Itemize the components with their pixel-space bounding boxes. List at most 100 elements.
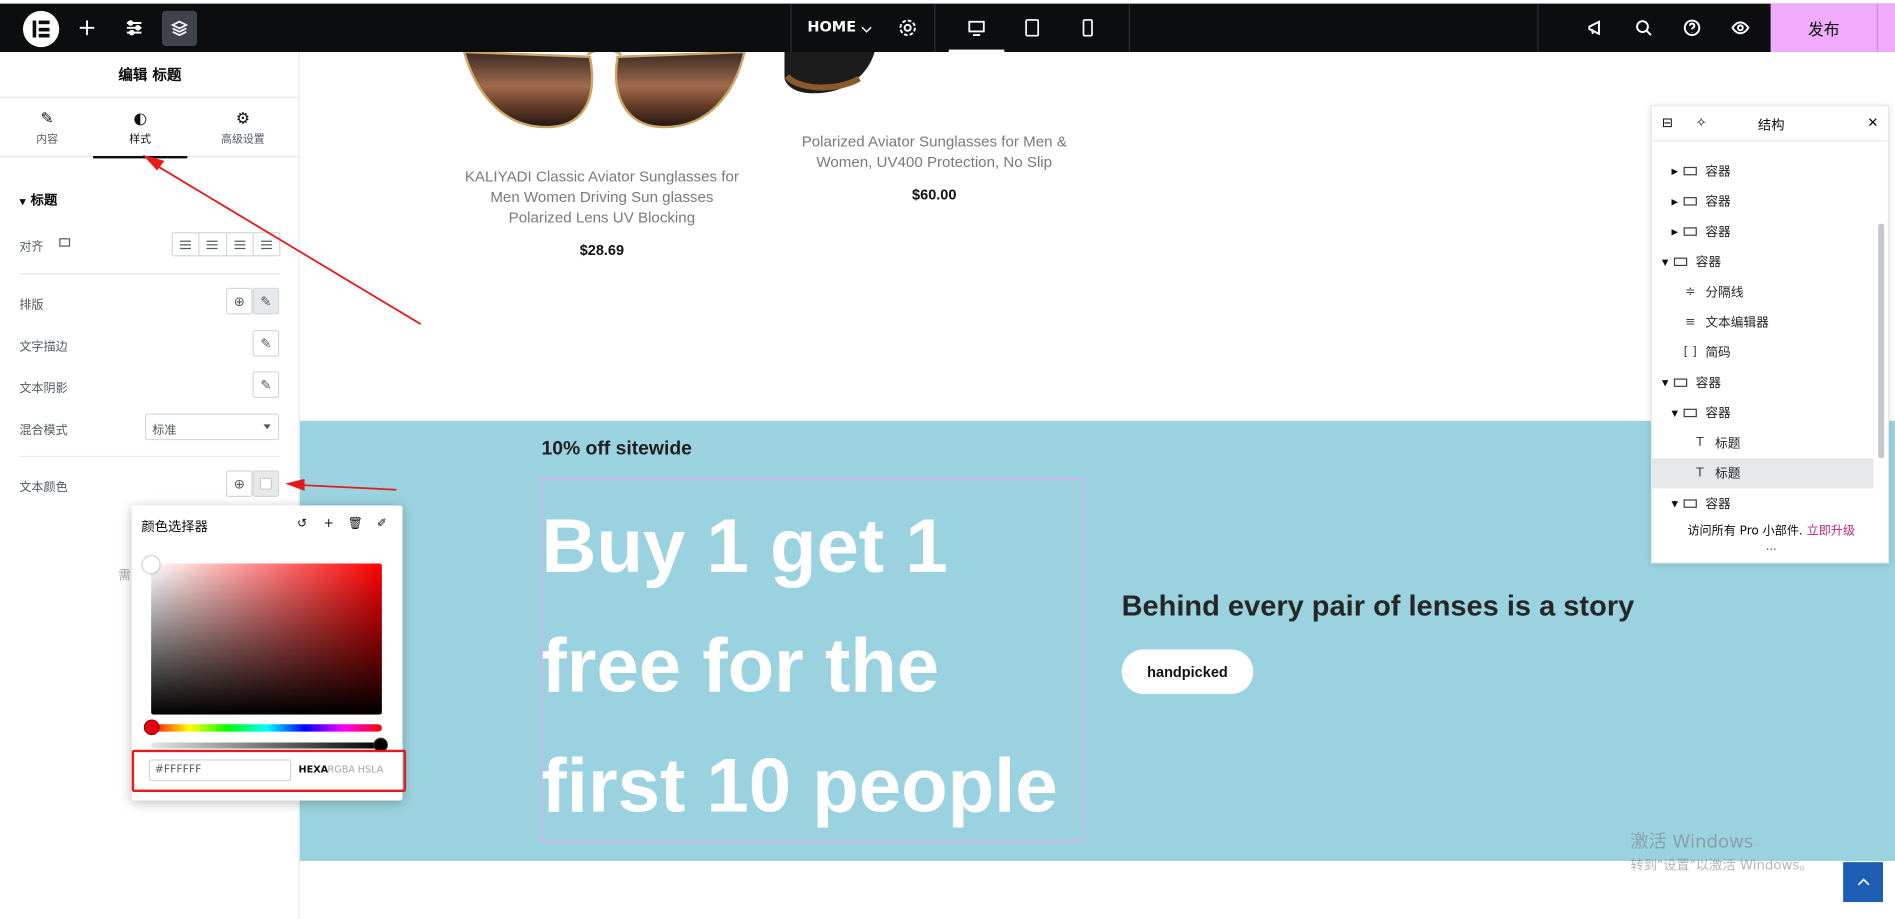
- page-settings-gear-icon[interactable]: [890, 10, 926, 46]
- delete-icon[interactable]: 🗑: [344, 514, 366, 533]
- promo-eyebrow[interactable]: 10% off sitewide: [541, 439, 691, 461]
- windows-activation-title: 激活 Windows: [1630, 830, 1754, 853]
- preview-eye-icon[interactable]: [1722, 10, 1758, 46]
- product-title[interactable]: Polarized Aviator Sunglasses for Men & W…: [789, 132, 1079, 173]
- opacity-slider[interactable]: [151, 742, 382, 749]
- nav-row-divider[interactable]: ≑ 分隔线: [1652, 277, 1873, 307]
- announcements-megaphone-icon[interactable]: [1577, 10, 1613, 46]
- align-control: [171, 232, 281, 257]
- upgrade-link[interactable]: 立即升级: [1807, 525, 1855, 538]
- picker-toolbar: ↺ + 🗑 ✐: [291, 514, 393, 533]
- mobile-device-icon[interactable]: [1060, 4, 1116, 52]
- nav-row-container[interactable]: ▶ 容器: [1652, 216, 1873, 246]
- nav-row-text-editor[interactable]: ≡ 文本编辑器: [1652, 307, 1873, 337]
- nav-row-label: 标题: [1715, 466, 1741, 482]
- promo-story-heading[interactable]: Behind every pair of lenses is a story: [1122, 590, 1635, 624]
- divider: [19, 455, 281, 458]
- nav-row-container[interactable]: ▼ 容器: [1652, 368, 1873, 398]
- nav-row-label: 容器: [1705, 164, 1731, 179]
- editor-window: HOME 发布 编辑 标题 ✎ 内容 ◐ 样式 ⚙ 高级设置 ▼ 标题 对齐 排…: [0, 0, 1895, 919]
- promo-headline[interactable]: Buy 1 get 1 free for the first 10 people: [541, 487, 1097, 846]
- site-settings-icon[interactable]: [116, 10, 152, 46]
- add-element-icon[interactable]: [69, 10, 105, 46]
- stage: HOME 发布 编辑 标题 ✎ 内容 ◐ 样式 ⚙ 高级设置 ▼ 标题 对齐 排…: [0, 0, 1895, 919]
- nav-row-shortcode[interactable]: [ ] 简码: [1652, 337, 1873, 367]
- caret-down-icon[interactable]: ▼: [1662, 378, 1674, 388]
- tablet-device-icon[interactable]: [1004, 4, 1060, 52]
- nav-row-heading[interactable]: T 标题: [1652, 458, 1874, 489]
- text-color-swatch[interactable]: [252, 470, 280, 497]
- align-right-button[interactable]: [227, 233, 254, 256]
- nav-row-heading[interactable]: T 标题: [1652, 428, 1873, 458]
- saturation-area[interactable]: [151, 563, 382, 715]
- panel-tabs: ✎ 内容 ◐ 样式 ⚙ 高级设置: [0, 99, 300, 159]
- product-price: $28.69: [579, 241, 625, 259]
- desktop-device-icon[interactable]: [948, 4, 1005, 52]
- add-color-icon[interactable]: +: [318, 514, 340, 533]
- text-color-label: 文本颜色: [19, 481, 68, 495]
- annotation-highlight-box: [131, 749, 407, 793]
- align-center-button[interactable]: [200, 233, 227, 256]
- edit-text-stroke-pencil-icon[interactable]: ✎: [252, 330, 280, 357]
- nav-row-container[interactable]: ▼ 容器: [1652, 398, 1873, 428]
- close-icon[interactable]: ✕: [1867, 115, 1878, 131]
- responsive-desktop-icon[interactable]: [59, 238, 71, 247]
- nav-row-container[interactable]: ▼ 容器: [1652, 489, 1873, 519]
- shortcode-icon: [ ]: [1683, 345, 1697, 360]
- publish-options-button[interactable]: [1876, 3, 1895, 52]
- section-toggle-heading[interactable]: ▼ 标题: [19, 190, 57, 209]
- hue-handle[interactable]: [143, 719, 160, 736]
- navigator-header: ⊟ ✧ 结构 ✕: [1652, 106, 1891, 142]
- help-icon[interactable]: [1674, 10, 1710, 46]
- nav-row-label: 容器: [1695, 255, 1722, 270]
- global-colors-globe-icon[interactable]: ⊕: [226, 470, 253, 497]
- top-bar: HOME 发布: [0, 3, 1895, 52]
- nav-row-container[interactable]: ▶ 容器: [1652, 186, 1873, 216]
- edit-text-shadow-pencil-icon[interactable]: ✎: [252, 371, 280, 398]
- caret-down-icon[interactable]: ▼: [1671, 499, 1683, 509]
- reset-icon[interactable]: ↺: [291, 514, 313, 533]
- nav-row-container[interactable]: ▶ 容器: [1652, 156, 1873, 186]
- text-shadow-label: 文本阴影: [19, 382, 68, 396]
- panel-title: 编辑 标题: [0, 52, 300, 98]
- handpicked-button[interactable]: handpicked: [1121, 649, 1254, 695]
- eyedropper-icon[interactable]: ✐: [371, 514, 393, 533]
- aviator-sunglasses-image[interactable]: [454, 51, 753, 142]
- nav-row-label: 简码: [1705, 345, 1731, 361]
- saturation-handle[interactable]: [142, 556, 160, 574]
- publish-button[interactable]: 发布: [1770, 3, 1877, 52]
- container-icon: [1683, 499, 1697, 508]
- tab-advanced[interactable]: ⚙ 高级设置: [196, 99, 290, 157]
- nav-row-label: 容器: [1695, 376, 1722, 391]
- blend-mode-select[interactable]: 标准: [145, 413, 280, 441]
- tab-content[interactable]: ✎ 内容: [0, 99, 94, 157]
- caret-right-icon[interactable]: ▶: [1671, 196, 1683, 206]
- navigator-scrollbar[interactable]: [1873, 144, 1889, 521]
- align-left-button[interactable]: [173, 233, 200, 256]
- container-icon: [1673, 257, 1688, 267]
- resize-handle[interactable]: ⋯: [1766, 544, 1777, 556]
- caret-down-icon[interactable]: ▼: [1662, 257, 1674, 267]
- polarized-sunglasses-image[interactable]: [784, 51, 876, 100]
- text-editor-icon: ≡: [1685, 315, 1696, 329]
- caret-right-icon[interactable]: ▶: [1671, 166, 1683, 176]
- contrast-icon: ◐: [133, 109, 148, 128]
- windows-activation-hint: 转到"设置"以激活 Windows。: [1630, 857, 1813, 874]
- container-icon: [1673, 378, 1688, 387]
- edit-typography-pencil-icon[interactable]: ✎: [252, 287, 280, 315]
- nav-row-label: 容器: [1705, 224, 1731, 240]
- tab-style[interactable]: ◐ 样式: [93, 99, 188, 159]
- nav-row-container[interactable]: ▼ 容器: [1652, 247, 1873, 277]
- scroll-to-top-button[interactable]: [1843, 862, 1883, 903]
- caret-right-icon[interactable]: ▶: [1671, 227, 1683, 237]
- global-typography-globe-icon[interactable]: ⊕: [226, 287, 253, 315]
- structure-layers-icon[interactable]: [161, 10, 198, 46]
- hue-slider[interactable]: [151, 724, 382, 732]
- container-icon: [1683, 227, 1697, 236]
- product-title[interactable]: KALIYADI Classic Aviator Sunglasses for …: [457, 167, 747, 229]
- chevron-down-icon[interactable]: [848, 11, 884, 47]
- search-icon[interactable]: [1626, 10, 1662, 46]
- elementor-logo-icon[interactable]: [22, 10, 60, 48]
- align-justify-button[interactable]: [254, 233, 280, 255]
- caret-down-icon[interactable]: ▼: [1671, 408, 1683, 418]
